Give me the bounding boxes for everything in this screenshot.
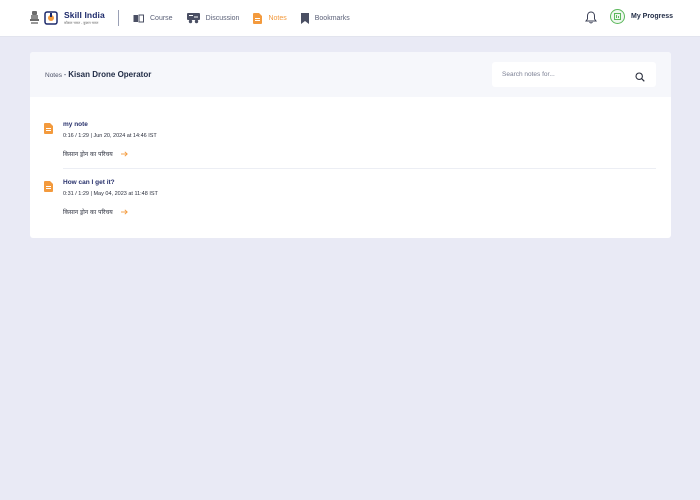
skill-india-mark-icon <box>44 11 58 25</box>
notes-card-header: Notes - Kisan Drone Operator <box>30 52 671 97</box>
nav-item-course[interactable]: Course <box>133 14 173 23</box>
progress-ring-icon <box>610 9 625 24</box>
logo-subtitle: कौशल भारत - कुशल भारत <box>64 20 99 25</box>
nav-item-bookmarks-label: Bookmarks <box>314 14 350 22</box>
arrow-right-icon <box>120 209 128 215</box>
note-icon <box>44 121 53 139</box>
nav-item-course-label: Course <box>150 14 173 22</box>
top-navbar: Skill India कौशल भारत - कुशल भारत Course… <box>0 0 700 37</box>
nav-menu: Course Discussion Notes Bookmarks <box>133 0 364 36</box>
page-title: Kisan Drone Operator <box>68 70 152 79</box>
bookmark-icon <box>300 12 309 24</box>
note-meta: 0:31 / 1:29 | May 04, 2023 at 11:48 IST <box>63 191 158 197</box>
logo-text: Skill India कौशल भारत - कुशल भारत <box>64 11 105 25</box>
note-item: my note 0:16 / 1:29 | Jun 20, 2024 at 14… <box>30 97 671 169</box>
nav-divider <box>118 10 119 26</box>
nav-item-notes-label: Notes <box>268 14 287 22</box>
search-box <box>492 62 656 87</box>
nav-item-bookmarks[interactable]: Bookmarks <box>300 12 350 24</box>
breadcrumb: Notes - Kisan Drone Operator <box>45 70 151 79</box>
national-emblem-icon <box>29 10 40 26</box>
note-lesson-link[interactable]: किसान ड्रोन का परिचय <box>63 208 128 216</box>
notification-bell-icon[interactable] <box>585 11 597 29</box>
nav-item-discussion-label: Discussion <box>205 14 240 22</box>
search-input[interactable] <box>502 71 632 78</box>
book-open-icon <box>133 14 144 23</box>
logo-title-india: India <box>84 10 105 20</box>
logo-title-skill: Skill <box>64 10 82 20</box>
note-item: How can I get it? 0:31 / 1:29 | May 04, … <box>30 155 671 216</box>
my-progress-label: My Progress <box>631 13 674 20</box>
discussion-icon <box>186 12 200 24</box>
breadcrumb-notes: Notes <box>45 72 62 79</box>
skill-india-logo[interactable]: Skill India कौशल भारत - कुशल भारत <box>29 9 105 27</box>
my-progress-button[interactable]: My Progress <box>610 9 673 24</box>
notes-card: Notes - Kisan Drone Operator my note 0:1… <box>30 52 671 238</box>
note-meta: 0:16 / 1:29 | Jun 20, 2024 at 14:46 IST <box>63 133 157 139</box>
nav-item-discussion[interactable]: Discussion <box>186 12 240 24</box>
note-lesson-title: किसान ड्रोन का परिचय <box>63 209 113 216</box>
note-title[interactable]: How can I get it? <box>63 179 115 186</box>
search-icon[interactable] <box>635 69 645 87</box>
nav-item-notes[interactable]: Notes <box>253 12 287 24</box>
logo-title: Skill India <box>64 11 105 20</box>
note-title[interactable]: my note <box>63 121 88 128</box>
note-icon <box>44 179 53 197</box>
note-icon <box>253 12 263 24</box>
